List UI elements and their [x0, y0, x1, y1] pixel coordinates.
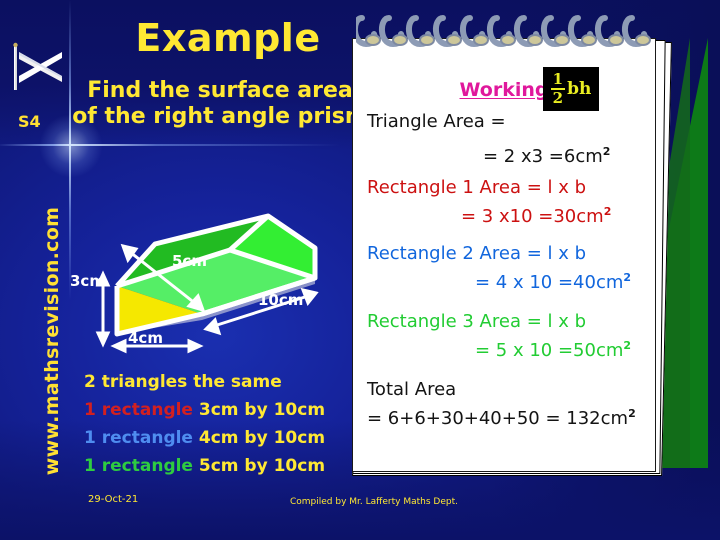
total-area-result: = 6+6+30+40+50 = 132cm2 [367, 407, 636, 429]
rectangle1-result: = 3 x10 =30cm2 [461, 205, 611, 227]
slide-canvas: S4 www.mathsrevision.com Example Find th… [0, 0, 720, 540]
page-subtitle: Find the surface area of the right angle… [72, 78, 368, 129]
dimension-label-height: 3cm [70, 272, 105, 290]
list-item: 1 rectangle 5cm by 10cm [84, 452, 325, 480]
list-item: 1 rectangle 3cm by 10cm [84, 396, 325, 424]
one-half-fraction: 1 2 [550, 70, 565, 107]
list-item-prefix: 1 rectangle [84, 456, 193, 476]
prism-diagram: 3cm 4cm 5cm 10cm [62, 186, 357, 361]
formula-bh: bh [567, 79, 592, 99]
fraction-denominator: 2 [552, 89, 564, 107]
list-item-text: 3cm by 10cm [198, 400, 326, 420]
list-item-prefix: 1 rectangle [84, 400, 193, 420]
list-item: 2 triangles the same [84, 368, 325, 396]
rectangle3-result-text: = 5 x 10 =50cm [475, 340, 624, 361]
rectangle1-label: Rectangle 1 Area = l x b [367, 177, 587, 198]
footer-date: 29-Oct-21 [88, 494, 139, 505]
footer-credit: Compiled by Mr. Lafferty Maths Dept. [290, 497, 458, 507]
level-label: S4 [18, 112, 41, 131]
notepad-page: Working Triangle Area = 1 2 bh = 2 x3 =6… [352, 38, 656, 472]
squared-exponent: 2 [602, 145, 611, 158]
total-area-label: Total Area [367, 379, 457, 400]
working-notepad: Working Triangle Area = 1 2 bh = 2 x3 =6… [352, 8, 720, 486]
squared-exponent: 2 [623, 271, 632, 284]
triangle-area-result-text: = 2 x3 =6cm [483, 146, 603, 167]
rectangle2-label: Rectangle 2 Area = l x b [367, 243, 587, 264]
list-item-text: 5cm by 10cm [198, 456, 326, 476]
squared-exponent: 2 [628, 407, 636, 420]
triangle-area-result: = 2 x3 =6cm2 [483, 145, 610, 167]
half-bh-formula-box: 1 2 bh [543, 67, 599, 111]
working-heading: Working [459, 79, 549, 101]
scotland-saltire-flag-icon [10, 42, 72, 94]
total-area-result-text: = 6+6+30+40+50 = 132cm [367, 408, 629, 429]
dimension-label-base: 4cm [128, 329, 163, 347]
list-item-text: 2 triangles the same [84, 372, 282, 392]
site-url-watermark: www.mathsrevision.com [41, 206, 63, 476]
page-title: Example [135, 16, 321, 60]
dimension-label-length: 10cm [258, 291, 304, 309]
list-item-text: 4cm by 10cm [198, 428, 326, 448]
rectangle3-result: = 5 x 10 =50cm2 [475, 339, 631, 361]
rectangle3-label: Rectangle 3 Area = l x b [367, 311, 587, 332]
face-summary-list: 2 triangles the same 1 rectangle 3cm by … [84, 368, 325, 480]
spiral-ring [352, 15, 651, 48]
squared-exponent: 2 [603, 205, 612, 218]
prism-svg [95, 213, 319, 354]
rectangle1-result-text: = 3 x10 =30cm [461, 206, 604, 227]
rectangle2-result: = 4 x 10 =40cm2 [475, 271, 631, 293]
list-item: 1 rectangle 4cm by 10cm [84, 424, 325, 452]
triangle-area-label: Triangle Area = [367, 111, 506, 132]
spiral-binding [352, 14, 676, 60]
squared-exponent: 2 [623, 339, 632, 352]
dimension-label-hypotenuse: 5cm [172, 252, 207, 270]
fraction-numerator: 1 [552, 70, 564, 88]
rectangle2-result-text: = 4 x 10 =40cm [475, 272, 624, 293]
list-item-prefix: 1 rectangle [84, 428, 193, 448]
